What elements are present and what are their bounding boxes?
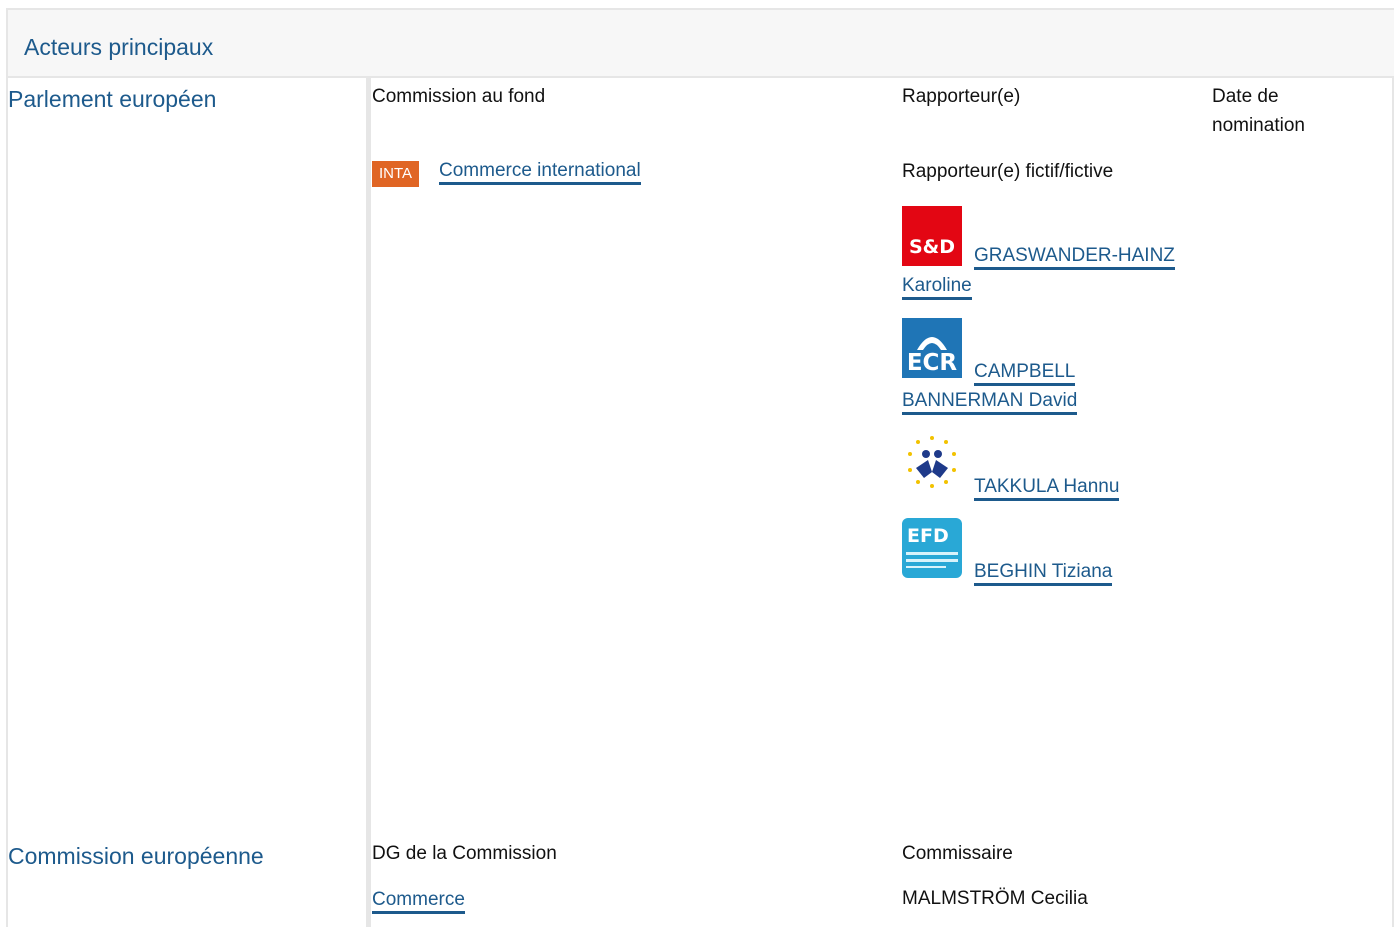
- column-divider: [366, 78, 371, 927]
- efd-logo-mark-icon: EFD: [906, 525, 958, 568]
- commission-label: Commission européenne: [8, 843, 264, 869]
- alde-stars-icon: [908, 436, 956, 488]
- nomination-date-column-header: Date de nomination: [1212, 86, 1305, 136]
- commissioner-name: MALMSTRÖM Cecilia: [902, 888, 1088, 909]
- left-divider: [6, 78, 8, 927]
- top-spacer: [0, 0, 1394, 8]
- shadow-rapporteur-link[interactable]: GRASWANDER-HAINZ: [974, 245, 1175, 270]
- rapporteur-column-header: Rapporteur(e): [902, 86, 1021, 107]
- commissioner-column-header: Commissaire: [902, 843, 1013, 864]
- section-title: Acteurs principaux: [24, 34, 214, 60]
- shadow-rapporteur-link[interactable]: BEGHIN Tiziana: [974, 561, 1113, 586]
- committee-badge: INTA: [372, 161, 420, 187]
- dg-column-header: DG de la Commission: [372, 843, 557, 864]
- key-players-page: Acteurs principaux Parlement européen Co…: [0, 0, 1394, 927]
- shadow-rapporteur-link[interactable]: Karoline: [902, 275, 972, 300]
- dg-link[interactable]: Commerce: [372, 889, 465, 914]
- shadow-rapporteur-heading: Rapporteur(e) fictif/fictive: [902, 161, 1114, 182]
- parliament-label: Parlement européen: [8, 86, 217, 112]
- shadow-rapporteur-link[interactable]: CAMPBELL: [974, 361, 1076, 386]
- sd-group-logo-text: S&D: [908, 236, 956, 258]
- sd-group-logo-icon: S&D: [902, 206, 962, 266]
- shadow-rapporteur-link[interactable]: TAKKULA Hannu: [974, 476, 1120, 501]
- committee-link[interactable]: Commerce international: [439, 160, 641, 185]
- alde-group-logo-icon: [902, 432, 962, 492]
- committee-column-header: Commission au fond: [372, 86, 546, 107]
- efd-group-logo-text: EFD: [907, 525, 949, 547]
- shadow-rapporteur-link[interactable]: BANNERMAN David: [902, 390, 1078, 415]
- ecr-group-logo-text: ECR: [906, 350, 958, 376]
- efd-group-logo-icon: EFD: [902, 518, 962, 578]
- ecr-arch-icon: [917, 337, 947, 350]
- ecr-group-logo-icon: ECR: [902, 318, 962, 378]
- section-header: Acteurs principaux: [6, 8, 1394, 78]
